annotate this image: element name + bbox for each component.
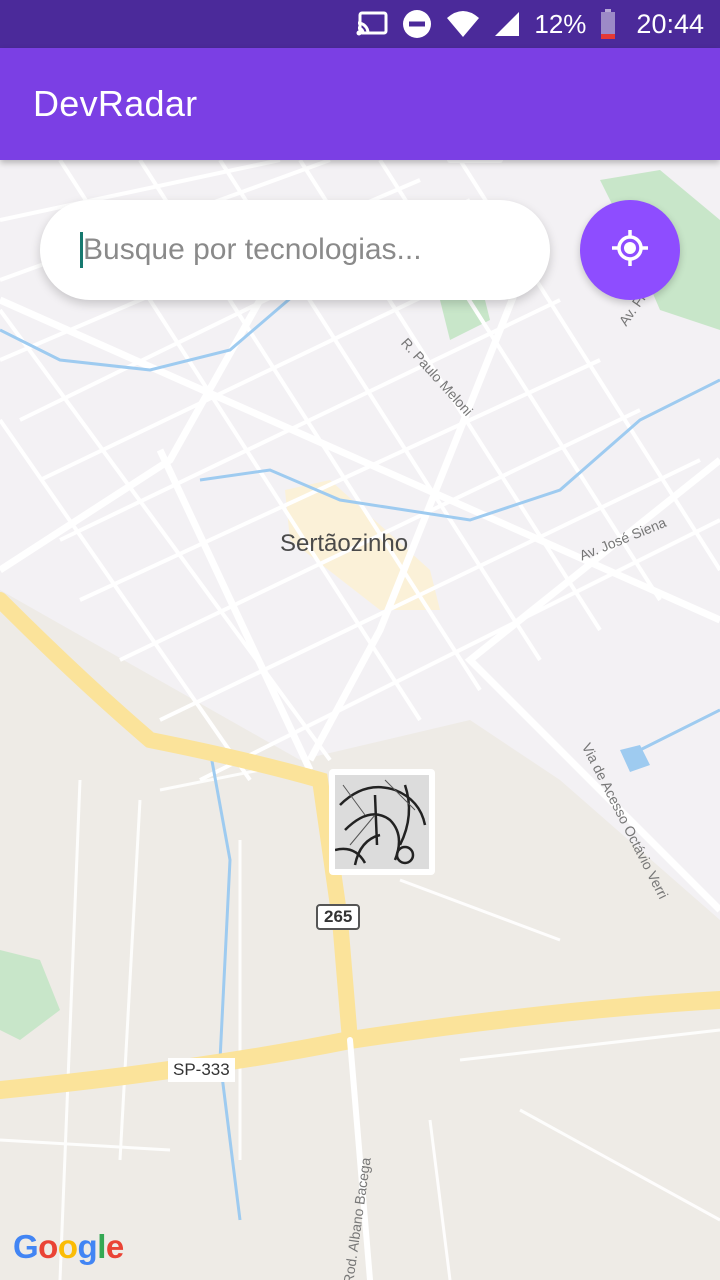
my-location-icon	[610, 228, 650, 273]
map[interactable]: Sertãozinho R. Paulo Meloni Av. José Sie…	[0, 160, 720, 1280]
google-logo: Google	[13, 1228, 124, 1265]
developer-marker[interactable]	[329, 769, 435, 875]
search-bar[interactable]	[40, 200, 550, 300]
road-label-sp-333: SP-333	[168, 1058, 235, 1082]
highway-shield-265: 265	[316, 904, 361, 930]
cast-icon	[356, 11, 388, 37]
map-canvas[interactable]	[0, 160, 720, 1280]
do-not-disturb-icon	[402, 9, 432, 39]
search-input[interactable]	[80, 232, 525, 268]
battery-icon	[600, 9, 616, 39]
app-title: DevRadar	[33, 83, 198, 124]
clock: 20:44	[636, 8, 704, 39]
battery-percent: 12%	[534, 8, 587, 39]
app-bar: DevRadar	[0, 48, 720, 160]
city-label: Sertãozinho	[280, 530, 409, 557]
my-location-button[interactable]	[580, 200, 680, 300]
signal-icon	[494, 11, 520, 37]
wifi-icon	[446, 10, 480, 38]
status-bar: 12% 20:44	[0, 0, 720, 48]
developer-avatar	[335, 775, 429, 869]
